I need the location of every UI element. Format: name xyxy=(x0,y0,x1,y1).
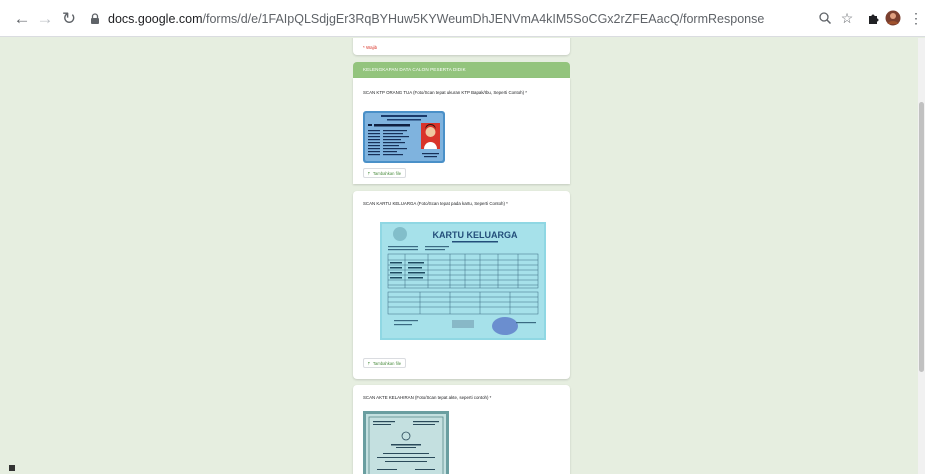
add-file-button[interactable]: ⤒ Tambahkan file xyxy=(363,168,407,178)
kk-sample-image: KARTU KELUARGA xyxy=(380,222,546,340)
scrollbar-thumb[interactable] xyxy=(919,102,924,372)
page-scrollbar[interactable] xyxy=(918,38,925,474)
upload-icon: ⤒ xyxy=(368,170,370,176)
question-label: SCAN AKTE KELAHIRAN (Foto/Scan tepat akt… xyxy=(363,395,492,400)
address-bar[interactable]: docs.google.com/forms/d/e/1FAIpQLSdjgEr3… xyxy=(82,6,802,32)
zoom-icon[interactable] xyxy=(816,9,834,27)
question-card-ktp: SCAN KTP ORANG TUA (Foto/Scan tepat ukur… xyxy=(353,78,570,184)
lock-icon xyxy=(91,13,99,24)
browser-toolbar: ← → ↻ docs.google.com/forms/d/e/1FAIpQLS… xyxy=(0,0,925,37)
ktp-sample-image xyxy=(363,111,445,163)
add-file-label: Tambahkan file xyxy=(372,170,402,176)
menu-dots-icon[interactable]: ⋮ xyxy=(907,9,925,27)
question-card-kk: SCAN KARTU KELUARGA (Foto/Scan tepat pad… xyxy=(353,191,570,379)
question-label: SCAN KTP ORANG TUA (Foto/Scan tepat ukur… xyxy=(363,90,527,95)
star-icon[interactable]: ☆ xyxy=(838,9,856,27)
question-label: SCAN KARTU KELUARGA (Foto/Scan tepat pad… xyxy=(363,201,508,206)
add-file-label: Tambahkan file xyxy=(372,360,402,366)
question-card-akte: SCAN AKTE KELAHIRAN (Foto/Scan tepat akt… xyxy=(353,385,570,474)
section-title: KELENGKAPAN DATA CALON PESERTA DIDIK xyxy=(363,67,466,72)
forward-icon[interactable]: → xyxy=(33,7,57,31)
extension-icon[interactable] xyxy=(864,9,882,27)
profile-avatar[interactable] xyxy=(884,9,902,27)
previous-question-card: * Wajib xyxy=(353,38,570,55)
akte-sample-image xyxy=(363,411,449,474)
url-text: docs.google.com/forms/d/e/1FAIpQLSdjgEr3… xyxy=(108,12,765,26)
reload-icon[interactable]: ↻ xyxy=(57,7,81,31)
upload-icon: ⤒ xyxy=(368,360,370,366)
add-file-button[interactable]: ⤒ Tambahkan file xyxy=(363,358,407,368)
form-page: * Wajib KELENGKAPAN DATA CALON PESERTA D… xyxy=(0,38,918,474)
corner-indicator xyxy=(9,465,15,471)
kk-heading: KARTU KELUARGA xyxy=(433,230,518,240)
required-note: * Wajib xyxy=(363,45,378,50)
back-icon[interactable]: ← xyxy=(10,7,34,31)
section-header: KELENGKAPAN DATA CALON PESERTA DIDIK xyxy=(353,62,570,78)
